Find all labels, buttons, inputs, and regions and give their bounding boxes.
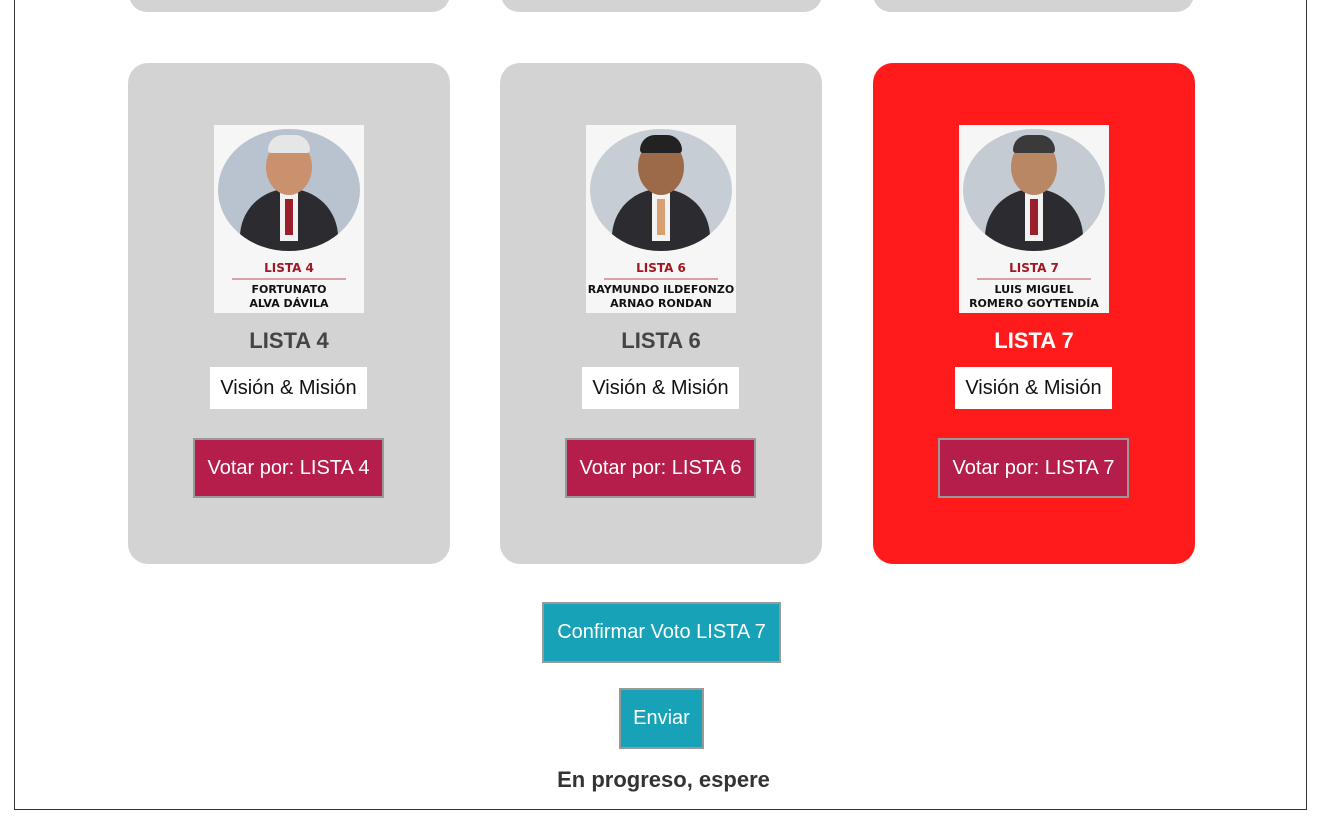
- photo-candidate-surname: ALVA DÁVILA: [249, 297, 329, 310]
- previous-card-bottom: [501, 0, 822, 12]
- candidate-title: LISTA 7: [994, 328, 1074, 353]
- candidate-photo: LISTA 6 RAYMUNDO ILDEFONZO ARNAO RONDAN: [586, 125, 736, 313]
- candidate-card-lista-4: LISTA 4 FORTUNATO ALVA DÁVILA LISTA 4 Vi…: [128, 63, 450, 564]
- photo-candidate-name: FORTUNATO: [251, 283, 327, 296]
- photo-candidate-name: RAYMUNDO ILDEFONZO: [587, 283, 735, 296]
- vote-button-lista-7[interactable]: Votar por: LISTA 7: [938, 438, 1129, 498]
- status-message: En progreso, espere: [557, 767, 770, 792]
- candidate-photo: LISTA 7 LUIS MIGUEL ROMERO GOYTENDÍA: [959, 125, 1109, 313]
- photo-candidate-surname: ROMERO GOYTENDÍA: [969, 297, 1099, 310]
- candidate-title: LISTA 6: [621, 328, 701, 353]
- candidate-card-lista-6: LISTA 6 RAYMUNDO ILDEFONZO ARNAO RONDAN …: [500, 63, 822, 564]
- photo-candidate-surname: ARNAO RONDAN: [610, 297, 712, 310]
- photo-list-label: LISTA 4: [264, 261, 314, 275]
- confirm-vote-button[interactable]: Confirmar Voto LISTA 7: [542, 602, 781, 663]
- vision-mission-button[interactable]: Visión & Misión: [210, 367, 367, 409]
- photo-candidate-name: LUIS MIGUEL: [994, 283, 1074, 296]
- send-button[interactable]: Enviar: [619, 688, 704, 749]
- vision-mission-button[interactable]: Visión & Misión: [582, 367, 739, 409]
- photo-list-label: LISTA 7: [1009, 261, 1059, 275]
- previous-card-bottom: [873, 0, 1194, 12]
- vote-button-lista-6[interactable]: Votar por: LISTA 6: [565, 438, 756, 498]
- vision-mission-button[interactable]: Visión & Misión: [955, 367, 1112, 409]
- photo-list-label: LISTA 6: [636, 261, 686, 275]
- candidate-photo: LISTA 4 FORTUNATO ALVA DÁVILA: [214, 125, 364, 313]
- vote-button-lista-4[interactable]: Votar por: LISTA 4: [193, 438, 384, 498]
- previous-card-bottom: [129, 0, 450, 12]
- candidate-card-lista-7: LISTA 7 LUIS MIGUEL ROMERO GOYTENDÍA LIS…: [873, 63, 1195, 564]
- candidate-title: LISTA 4: [249, 328, 329, 353]
